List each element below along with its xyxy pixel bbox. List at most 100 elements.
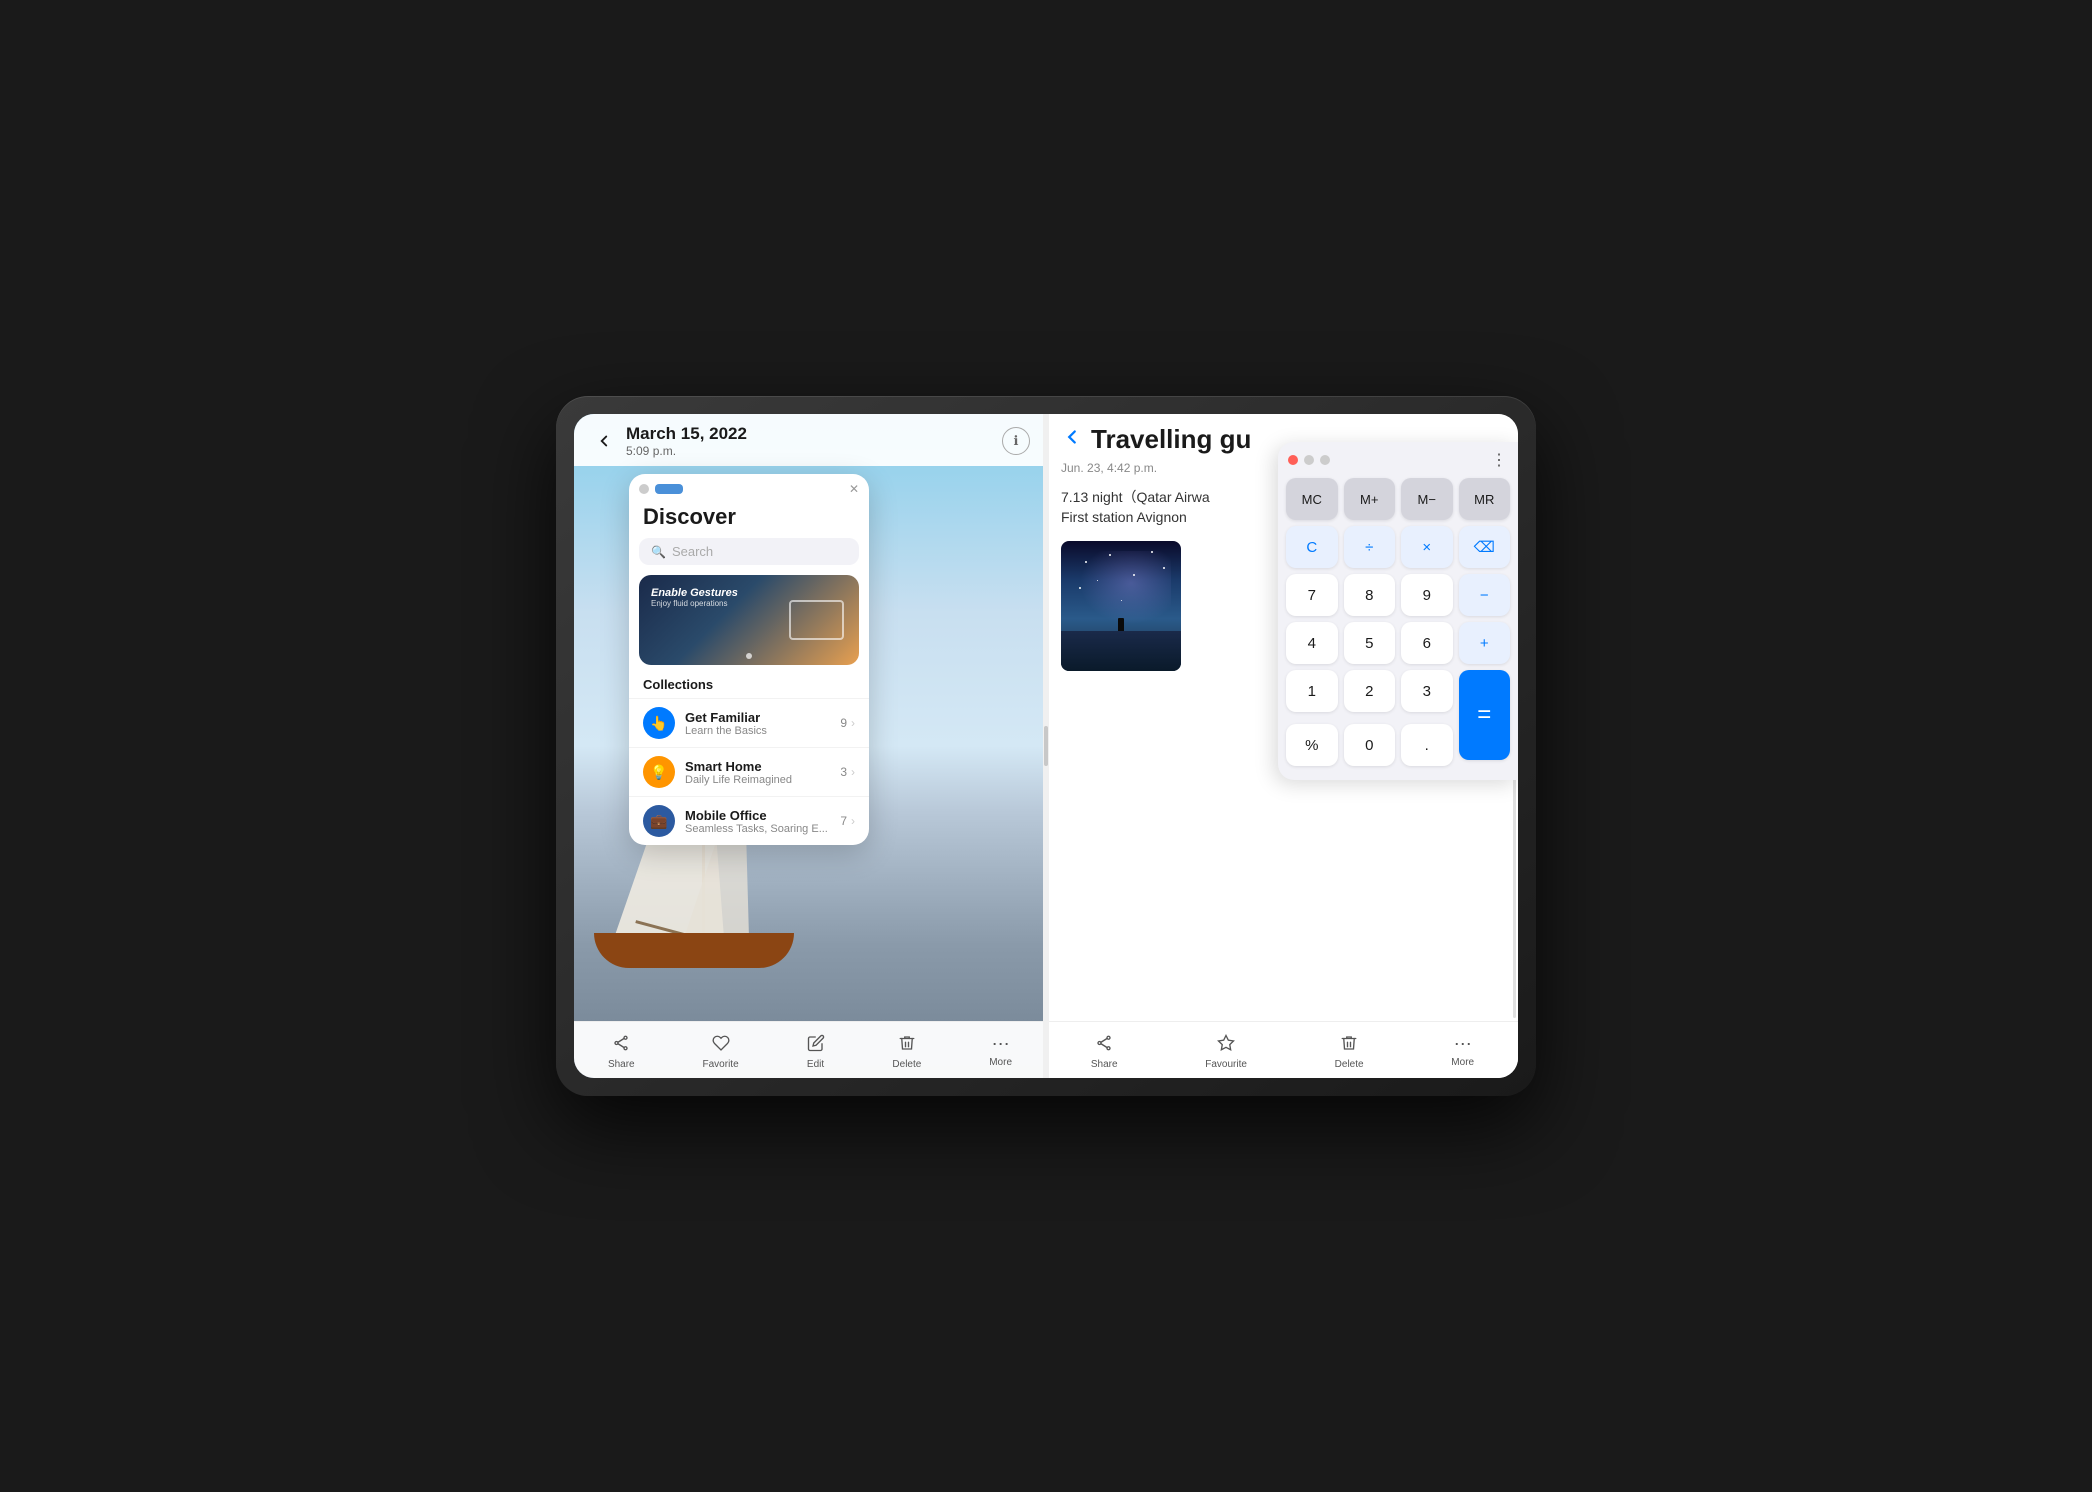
mobile-office-count: 7 — [840, 814, 847, 828]
left-back-button[interactable] — [590, 427, 618, 455]
calc-mr-button[interactable]: MR — [1459, 478, 1511, 520]
right-delete-label: Delete — [1335, 1059, 1364, 1070]
calc-minimize-button[interactable] — [1304, 455, 1314, 465]
smart-home-subtitle: Daily Life Reimagined — [685, 774, 840, 786]
left-top-bar: March 15, 2022 5:09 p.m. ℹ — [574, 414, 1046, 466]
tablet-device: March 15, 2022 5:09 p.m. ℹ — [556, 396, 1536, 1096]
banner-title: Enable Gestures — [651, 587, 738, 599]
right-favourite-label: Favourite — [1205, 1059, 1247, 1070]
right-star-icon — [1217, 1034, 1235, 1057]
calc-minus-button[interactable]: − — [1459, 574, 1511, 616]
calc-5-button[interactable]: 5 — [1344, 622, 1396, 664]
collection-item-smart-home[interactable]: 💡 Smart Home Daily Life Reimagined 3 › — [629, 747, 869, 796]
edit-label: Edit — [807, 1059, 824, 1070]
calc-9-button[interactable]: 9 — [1401, 574, 1453, 616]
calc-4-button[interactable]: 4 — [1286, 622, 1338, 664]
chevron-right-icon: › — [851, 716, 855, 730]
calc-divide-button[interactable]: ÷ — [1344, 526, 1396, 568]
collection-item-mobile-office[interactable]: 💼 Mobile Office Seamless Tasks, Soaring … — [629, 796, 869, 845]
date-info: March 15, 2022 5:09 p.m. — [626, 424, 1002, 458]
discover-titlebar: ✕ — [629, 474, 869, 500]
calc-more-button[interactable]: ⋮ — [1491, 450, 1508, 470]
time-label: 5:09 p.m. — [626, 444, 1002, 458]
smart-home-count: 3 — [840, 765, 847, 779]
right-more-icon: ⋯ — [1454, 1034, 1472, 1055]
divider-handle — [1044, 726, 1048, 766]
split-screen: March 15, 2022 5:09 p.m. ℹ — [574, 414, 1518, 1078]
right-trash-icon — [1340, 1034, 1358, 1057]
window-min-button[interactable] — [639, 484, 649, 494]
discover-window: ✕ Discover 🔍 Search Enable Gestures Enjo… — [629, 474, 869, 845]
banner-text-area: Enable Gestures Enjoy fluid operations — [651, 587, 738, 608]
discover-search-bar[interactable]: 🔍 Search — [639, 538, 859, 565]
banner-frame-decoration — [789, 600, 844, 640]
favorite-label: Favorite — [703, 1059, 739, 1070]
right-share-icon — [1095, 1034, 1113, 1057]
mobile-office-subtitle: Seamless Tasks, Soaring E... — [685, 823, 840, 835]
calc-row-memory: MC M+ M− MR — [1286, 478, 1510, 520]
chevron-right-icon-2: › — [851, 765, 855, 779]
mobile-office-info: Mobile Office Seamless Tasks, Soaring E.… — [685, 808, 840, 835]
window-expand-button[interactable] — [655, 484, 683, 494]
right-share-label: Share — [1091, 1059, 1118, 1070]
calc-mplus-button[interactable]: M+ — [1344, 478, 1396, 520]
calc-6-button[interactable]: 6 — [1401, 622, 1453, 664]
get-familiar-subtitle: Learn the Basics — [685, 725, 840, 737]
calculator-grid: MC M+ M− MR C ÷ × ⌫ — [1278, 474, 1518, 780]
right-share-button[interactable]: Share — [1081, 1030, 1128, 1074]
calc-dot-button[interactable]: . — [1401, 724, 1453, 766]
favorite-button[interactable]: Favorite — [691, 1030, 751, 1074]
heart-icon — [712, 1034, 730, 1057]
info-button[interactable]: ℹ — [1002, 427, 1030, 455]
right-back-button[interactable] — [1061, 426, 1083, 454]
right-more-label: More — [1451, 1057, 1474, 1068]
search-icon: 🔍 — [651, 545, 666, 559]
window-close-button[interactable]: ✕ — [849, 482, 859, 496]
collection-item-get-familiar[interactable]: 👆 Get Familiar Learn the Basics 9 › — [629, 698, 869, 747]
smart-home-meta: 3 › — [840, 765, 855, 779]
calc-mc-button[interactable]: MC — [1286, 478, 1338, 520]
calc-plus-button[interactable]: + — [1459, 622, 1511, 664]
delete-button[interactable]: Delete — [880, 1030, 933, 1074]
calc-row-789: 7 8 9 − — [1286, 574, 1510, 616]
calc-row-ops: C ÷ × ⌫ — [1286, 526, 1510, 568]
calc-8-button[interactable]: 8 — [1344, 574, 1396, 616]
get-familiar-name: Get Familiar — [685, 710, 840, 725]
left-panel: March 15, 2022 5:09 p.m. ℹ — [574, 414, 1046, 1078]
calc-backspace-button[interactable]: ⌫ — [1459, 526, 1511, 568]
calc-close-button[interactable] — [1288, 455, 1298, 465]
calc-2-button[interactable]: 2 — [1344, 670, 1396, 712]
calculator-titlebar: ⋮ — [1278, 442, 1518, 474]
calc-1-button[interactable]: 1 — [1286, 670, 1338, 712]
right-favourite-button[interactable]: Favourite — [1195, 1030, 1257, 1074]
get-familiar-count: 9 — [840, 716, 847, 730]
calc-7-button[interactable]: 7 — [1286, 574, 1338, 616]
note-title: Travelling gu — [1091, 424, 1251, 455]
share-icon — [612, 1034, 630, 1057]
calc-equals-button[interactable]: = — [1459, 670, 1511, 760]
split-divider[interactable] — [1043, 414, 1049, 1078]
edit-button[interactable]: Edit — [795, 1030, 837, 1074]
more-label: More — [989, 1057, 1012, 1068]
share-button[interactable]: Share — [596, 1030, 647, 1074]
mobile-office-meta: 7 › — [840, 814, 855, 828]
right-more-button[interactable]: ⋯ More — [1441, 1030, 1484, 1074]
smart-home-name: Smart Home — [685, 759, 840, 774]
more-icon: ⋯ — [992, 1034, 1010, 1055]
more-button[interactable]: ⋯ More — [977, 1030, 1024, 1074]
get-familiar-info: Get Familiar Learn the Basics — [685, 710, 840, 737]
calc-multiply-button[interactable]: × — [1401, 526, 1453, 568]
calc-3-button[interactable]: 3 — [1401, 670, 1453, 712]
smart-home-icon: 💡 — [643, 756, 675, 788]
left-bottom-bar: Share Favorite — [574, 1021, 1046, 1078]
calc-percent-button[interactable]: % — [1286, 724, 1338, 766]
right-bottom-bar: Share Favourite — [1047, 1021, 1518, 1078]
calc-clear-button[interactable]: C — [1286, 526, 1338, 568]
right-delete-button[interactable]: Delete — [1325, 1030, 1374, 1074]
calculator-window: ⋮ MC M+ M− MR C ÷ — [1278, 442, 1518, 780]
calc-mminus-button[interactable]: M− — [1401, 478, 1453, 520]
discover-banner[interactable]: Enable Gestures Enjoy fluid operations — [639, 575, 859, 665]
calc-0-button[interactable]: 0 — [1344, 724, 1396, 766]
banner-dot-indicator — [746, 653, 752, 659]
calc-expand-button[interactable] — [1320, 455, 1330, 465]
